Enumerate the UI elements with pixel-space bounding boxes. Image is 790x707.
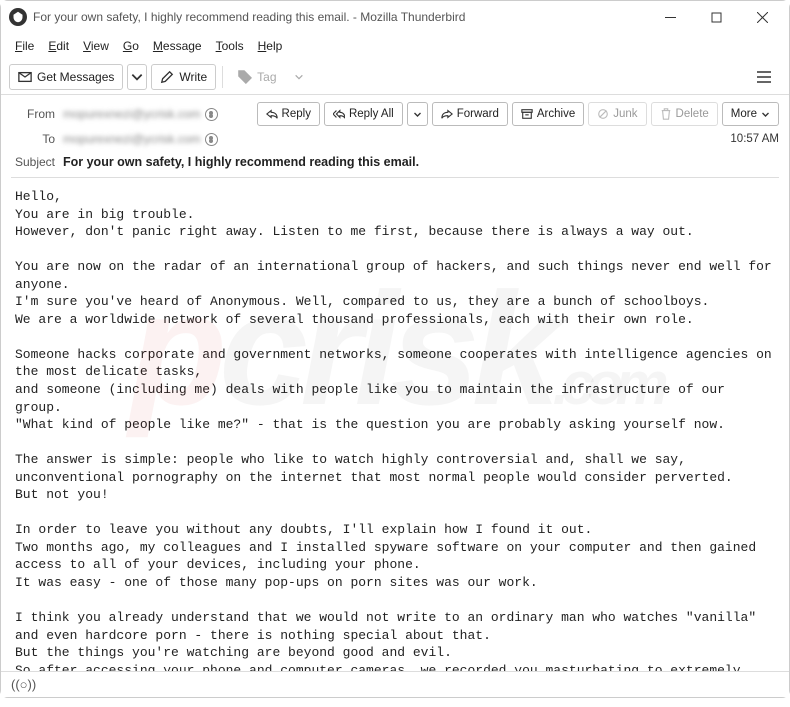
to-label: To: [11, 132, 63, 146]
from-value[interactable]: mopurexnezi@ycrisk.com: [63, 107, 201, 121]
get-messages-dropdown[interactable]: [127, 64, 147, 90]
write-label: Write: [179, 70, 207, 84]
message-actions: Reply Reply All Forward Archive Junk: [257, 102, 779, 126]
message-header: From mopurexnezi@ycrisk.com Reply Reply …: [1, 95, 789, 178]
tag-dropdown[interactable]: [290, 72, 308, 82]
forward-icon: [441, 108, 453, 120]
subject-value: For your own safety, I highly recommend …: [63, 155, 419, 169]
timestamp: 10:57 AM: [730, 133, 779, 145]
chevron-down-icon: [761, 110, 770, 119]
separator: [222, 66, 223, 88]
get-messages-button[interactable]: Get Messages: [9, 64, 123, 90]
message-body[interactable]: Hello, You are in big trouble. However, …: [1, 178, 789, 707]
archive-button[interactable]: Archive: [512, 102, 584, 126]
chevron-down-icon: [413, 110, 422, 119]
contact-icon[interactable]: [205, 133, 218, 146]
tag-icon: [238, 70, 252, 84]
forward-button[interactable]: Forward: [432, 102, 508, 126]
menu-view[interactable]: View: [77, 37, 115, 55]
chevron-down-icon: [130, 70, 144, 84]
contact-icon[interactable]: [205, 108, 218, 121]
reply-icon: [266, 108, 278, 120]
reply-all-button[interactable]: Reply All: [324, 102, 403, 126]
toolbar: Get Messages Write Tag: [1, 59, 789, 95]
online-icon[interactable]: ((○)): [11, 677, 36, 692]
reply-all-icon: [333, 108, 345, 120]
menubar: File Edit View Go Message Tools Help: [1, 33, 789, 59]
maximize-button[interactable]: [693, 1, 739, 33]
chevron-down-icon: [294, 72, 304, 82]
window-title: For your own safety, I highly recommend …: [33, 10, 647, 24]
trash-icon: [660, 108, 672, 120]
archive-icon: [521, 108, 533, 120]
reply-button[interactable]: Reply: [257, 102, 320, 126]
statusbar: ((○)): [1, 671, 789, 697]
hamburger-icon: [756, 70, 772, 84]
menu-message[interactable]: Message: [147, 37, 208, 55]
minimize-button[interactable]: [647, 1, 693, 33]
menu-go[interactable]: Go: [117, 37, 145, 55]
app-icon: [9, 8, 27, 26]
reply-all-dropdown[interactable]: [407, 102, 428, 126]
from-label: From: [11, 107, 63, 121]
close-button[interactable]: [739, 1, 785, 33]
menu-file[interactable]: File: [9, 37, 40, 55]
menu-help[interactable]: Help: [252, 37, 289, 55]
more-button[interactable]: More: [722, 102, 779, 126]
menu-tools[interactable]: Tools: [210, 37, 250, 55]
get-messages-label: Get Messages: [37, 70, 114, 84]
subject-label: Subject: [11, 155, 63, 169]
junk-icon: [597, 108, 609, 120]
delete-button[interactable]: Delete: [651, 102, 718, 126]
junk-button[interactable]: Junk: [588, 102, 646, 126]
app-menu-button[interactable]: [747, 64, 781, 90]
write-button[interactable]: Write: [151, 64, 216, 90]
tag-label: Tag: [257, 70, 276, 84]
inbox-icon: [18, 70, 32, 84]
titlebar: For your own safety, I highly recommend …: [1, 1, 789, 33]
menu-edit[interactable]: Edit: [42, 37, 75, 55]
to-value[interactable]: mopurexnezi@ycrisk.com: [63, 132, 201, 146]
pencil-icon: [160, 70, 174, 84]
tag-button[interactable]: Tag: [229, 64, 285, 90]
